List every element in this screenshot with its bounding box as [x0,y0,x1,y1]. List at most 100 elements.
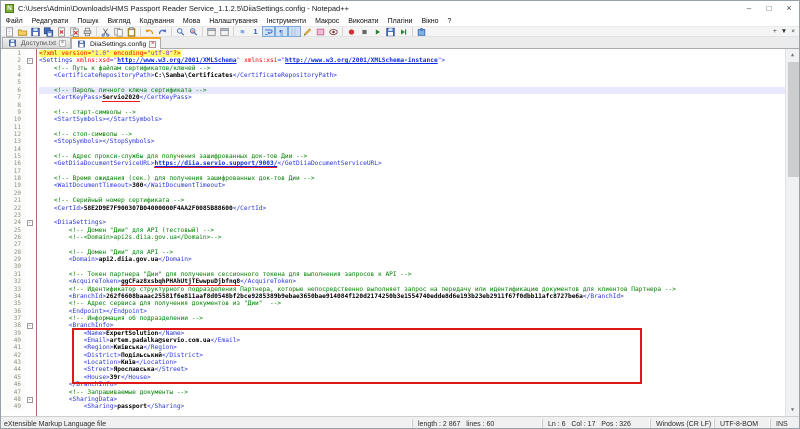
fold-collapse-icon[interactable]: - [27,323,33,329]
stop-macro-icon[interactable] [358,26,371,37]
code-text[interactable]: <!-- Серийный номер сертификата --> [39,197,785,204]
code-text[interactable] [39,190,785,197]
record-macro-icon[interactable] [345,26,358,37]
menu-item-Мова[interactable]: Мова [178,18,204,25]
play-macro-icon[interactable] [371,26,384,37]
minimize-button[interactable]: – [739,1,759,16]
code-text[interactable] [39,146,785,153]
doc-switcher-icon[interactable]: ≡ [236,26,249,37]
code-text[interactable]: <!-- Домен "Дии" для API (тестовый) --> [39,227,785,234]
code-text[interactable]: <Endpoint></Endpoint> [39,308,785,315]
code-text[interactable]: <CertId>58E2D9E7F900307B04000000F4AA2F00… [39,205,785,212]
paste-icon[interactable] [125,26,138,37]
save-macro-icon[interactable] [384,26,397,37]
undo-icon[interactable] [143,26,156,37]
menu-item-Налаштування[interactable]: Налаштування [205,18,262,25]
code-text[interactable] [39,168,785,175]
new-tab-plus-button[interactable]: + [773,27,777,37]
tab-close-icon[interactable]: × [59,40,66,47]
menu-item-Плагіни[interactable]: Плагіни [383,18,417,25]
menu-item-Редагувати[interactable]: Редагувати [27,18,73,25]
copy-icon[interactable] [112,26,125,37]
code-text[interactable]: <Email>artem.padalka@servio.com.ua</Emai… [39,337,785,344]
menu-item-Вікно[interactable]: Вікно [417,18,443,25]
close-all-icon[interactable] [68,26,81,37]
code-text[interactable]: <SharingData> [39,396,785,403]
code-text[interactable]: <WaitDocumentTimeout>300</WaitDocumentTi… [39,182,785,189]
save-icon[interactable] [29,26,42,37]
code-text[interactable]: <Sharing>passport</Sharing> [39,403,785,410]
code-text[interactable] [39,263,785,270]
new-file-icon[interactable] [3,26,16,37]
snapshot-icon[interactable] [314,26,327,37]
code-text[interactable]: <?xml version="1.0" encoding="utf-8"?> [39,50,785,57]
word-wrap-icon[interactable] [262,26,275,37]
tab-close-icon[interactable]: × [149,41,156,48]
menu-item-Виконати[interactable]: Виконати [344,18,383,25]
code-text[interactable]: <Domain>api2.diia.gov.ua</Domain> [39,256,785,263]
menu-item-Файл[interactable]: Файл [1,18,27,25]
code-text[interactable]: <District>Подільський</District> [39,352,785,359]
find-icon[interactable] [174,26,187,37]
menu-item-?[interactable]: ? [443,18,456,25]
code-text[interactable]: <AcquireToken>ggCFaz8xsbqhPHAhUtjTEwwpuD… [39,278,785,285]
code-text[interactable]: <StopSymbols></StopSymbols> [39,138,785,145]
code-text[interactable]: <BranchInfo> [39,322,785,329]
close-icon[interactable] [55,26,68,37]
code-text[interactable]: <!-- Пароль личного ключа сертификата --… [39,87,785,94]
replace-icon[interactable]: a [187,26,200,37]
code-text[interactable]: <GetDiiaDocumentServiceURL>https://diia.… [39,160,785,167]
menu-item-Кодування[interactable]: Кодування [135,18,178,25]
show-all-characters-icon[interactable]: ¶ [275,26,288,37]
code-editor[interactable]: 1<?xml version="1.0" encoding="utf-8"?>2… [1,49,799,416]
open-file-icon[interactable] [16,26,29,37]
indent-guide-icon[interactable] [288,26,301,37]
code-text[interactable]: <!--<Domain>api2s.diia.gov.ua</Domain>--… [39,234,785,241]
status-encoding[interactable]: UTF-8-BOM [714,419,770,429]
code-text[interactable] [39,124,785,131]
status-cursor-position[interactable]: Ln : 6 Col : 17 Pos : 326 [542,419,650,429]
plugin-panel-icon[interactable] [415,26,428,37]
code-text[interactable]: <Name>ExpertSolution</Name> [39,330,785,337]
code-text[interactable]: <!-- Время ожидания (сек.) для получения… [39,175,785,182]
cut-icon[interactable] [99,26,112,37]
code-text[interactable]: <!-- Домен "Дии" для API --> [39,249,785,256]
run-macro-multiple-icon[interactable] [397,26,410,37]
zoom-in-icon[interactable] [205,26,218,37]
tab-list-dropdown-button[interactable]: ▼ [781,27,787,37]
menu-item-Пошук[interactable]: Пошук [73,18,103,25]
code-text[interactable]: <Settings xmlns:xsd="http://www.w3.org/2… [39,57,785,64]
first-tab-icon[interactable]: 1 [249,26,262,37]
redo-icon[interactable] [156,26,169,37]
code-text[interactable]: <!-- Адрес сервиса для получения докумен… [39,300,785,307]
code-text[interactable]: <!-- старт-символы --> [39,109,785,116]
code-text[interactable]: <BranchId>262f6608baaac25581f6e811aaf8d0… [39,293,785,300]
code-text[interactable] [39,102,785,109]
code-text[interactable]: <DiiaSettings> [39,219,785,226]
menu-item-Макрос[interactable]: Макрос [311,18,344,25]
scrollbar-thumb[interactable] [788,62,799,177]
code-text[interactable] [39,79,785,86]
code-text[interactable]: <!-- стоп-символы --> [39,131,785,138]
fold-collapse-icon[interactable]: - [27,397,33,403]
code-text[interactable]: <!-- Информация об подразделении --> [39,315,785,322]
zoom-out-icon[interactable] [218,26,231,37]
code-text[interactable]: <!-- Токен партнера "Дии" для получения … [39,271,785,278]
close-document-button[interactable]: × [791,27,795,37]
fold-collapse-icon[interactable]: - [27,220,33,226]
code-text[interactable]: <Street>Ярославська</Street> [39,366,785,373]
save-all-icon[interactable] [42,26,55,37]
scroll-down-arrow[interactable]: ▼ [786,404,799,416]
code-text[interactable] [39,212,785,219]
tab-Доступи.txt[interactable]: Доступи.txt× [2,37,71,48]
code-text[interactable] [39,241,785,248]
status-eol-format[interactable]: Windows (CR LF) [650,419,714,429]
tab-DiiaSettings.config[interactable]: DiiaSettings.config× [71,37,161,49]
vertical-scrollbar[interactable]: ▲ ▼ [785,49,799,416]
menu-item-Вигляд[interactable]: Вигляд [103,18,135,25]
code-text[interactable]: <Region>Київська</Region> [39,344,785,351]
view-file-in-browser-icon[interactable] [327,26,340,37]
status-insert-mode[interactable]: INS [770,419,799,429]
print-icon[interactable] [81,26,94,37]
code-text[interactable]: </BranchInfo> [39,381,785,388]
